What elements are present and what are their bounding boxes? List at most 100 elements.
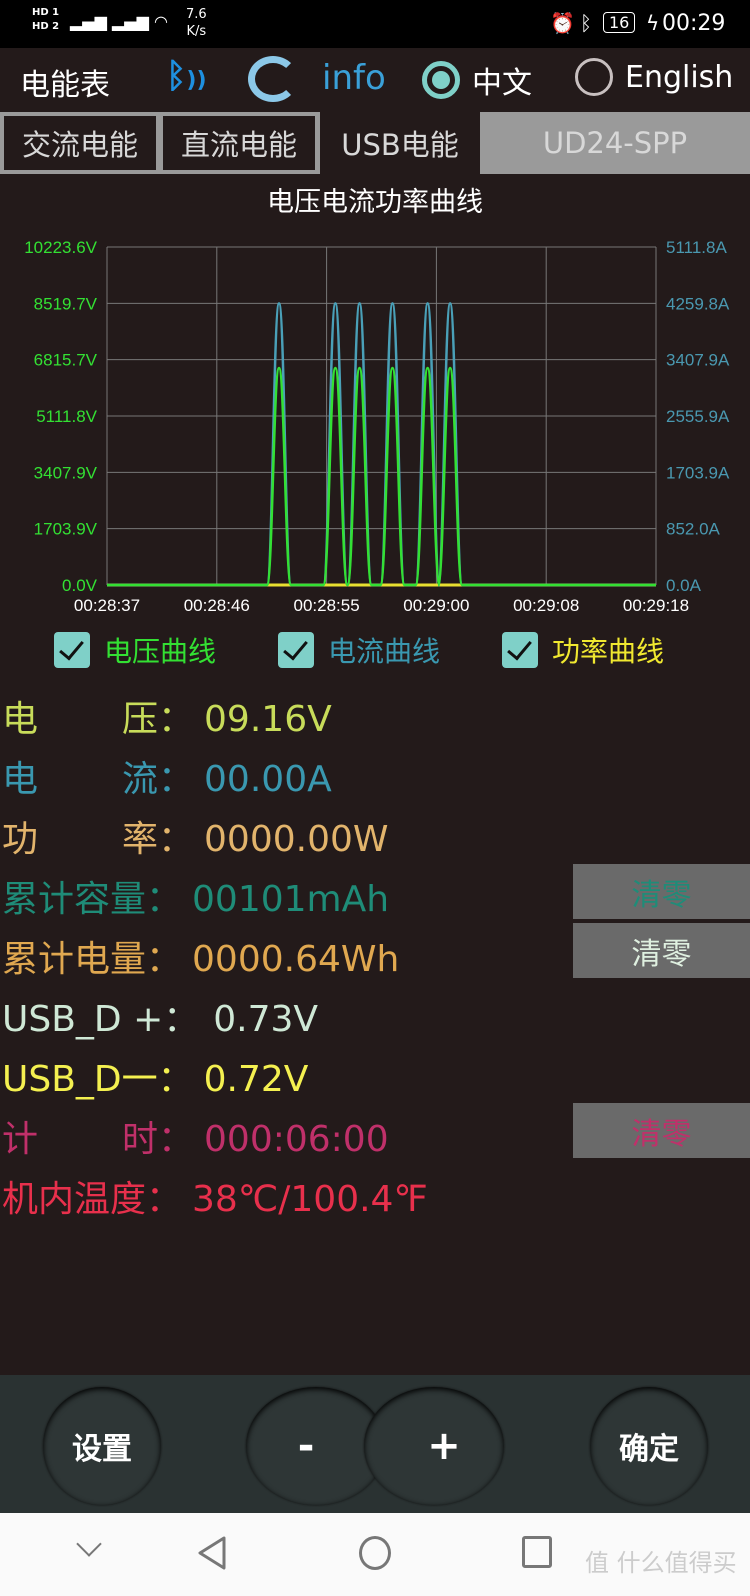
battery-icon: 16	[603, 12, 636, 33]
value: 0000.64Wh	[192, 939, 400, 980]
x-tick-label: 00:29:00	[403, 596, 469, 615]
clear-energy-button[interactable]: 清零	[573, 923, 750, 978]
system-nav-bar: 值 什么值得买	[0, 1513, 750, 1596]
series-line-voltage	[107, 366, 656, 587]
bluetooth-status-icon: ᛒ	[580, 11, 592, 35]
y-left-tick-label: 0.0V	[62, 576, 98, 595]
clear-capacity-button[interactable]: 清零	[573, 864, 750, 919]
label: 计	[2, 1119, 39, 1160]
reading-energy: 累计电量： 0000.64Wh	[2, 930, 399, 982]
label: USB_D一：	[2, 1059, 194, 1100]
reading-voltage: 电 压： 09.16V	[2, 690, 332, 742]
reading-capacity: 累计容量： 00101mAh	[2, 870, 389, 922]
y-right-tick-label: 3407.9A	[666, 351, 730, 370]
y-right-tick-label: 2555.9A	[666, 407, 730, 426]
reading-temperature: 机内温度： 38℃/100.4℉	[2, 1170, 428, 1222]
tab-ac[interactable]: 交流电能	[4, 116, 156, 170]
legend-voltage-label: 电压曲线	[104, 635, 217, 668]
y-left-tick-label: 5111.8V	[36, 407, 97, 426]
header: 电能表 ᛒ)) info 中文 English	[0, 48, 750, 112]
label: 流：	[122, 759, 195, 800]
legend-current[interactable]: 电流曲线	[278, 630, 440, 670]
sim2-badge: HD 2	[32, 21, 60, 32]
tab-usb[interactable]: USB电能	[320, 112, 480, 174]
x-tick-label: 00:28:55	[294, 596, 360, 615]
series-line-current	[107, 302, 656, 587]
x-tick-label: 00:28:37	[74, 596, 140, 615]
net-unit: K/s	[186, 24, 207, 39]
label: 累计容量：	[2, 879, 183, 920]
label: 功	[2, 819, 39, 860]
home-icon[interactable]	[359, 1536, 391, 1570]
settings-button[interactable]: 设置	[43, 1387, 161, 1505]
clear-timer-button[interactable]: 清零	[573, 1103, 750, 1158]
y-right-tick-label: 852.0A	[666, 520, 721, 539]
checkbox-checked-icon	[502, 632, 538, 668]
value: 0000.00W	[204, 819, 389, 860]
chart-title: 电压电流功率曲线	[267, 187, 483, 218]
signal-icon: ▂▄▆ ▂▄▆ ◠	[70, 12, 168, 31]
tab-ud24-spp[interactable]: UD24-SPP	[480, 116, 750, 170]
lang-en-radio[interactable]: English	[575, 58, 733, 96]
label: 压：	[122, 699, 195, 740]
adjust-pad: - +	[246, 1387, 504, 1505]
legend-power-label: 功率曲线	[552, 635, 665, 668]
y-right-tick-label: 1703.9A	[666, 463, 730, 482]
value: 0.72V	[203, 1059, 309, 1100]
value: 09.16V	[204, 699, 332, 740]
tab-bar: 交流电能 直流电能 USB电能 UD24-SPP	[0, 112, 750, 174]
label: 率：	[122, 819, 195, 860]
status-bar: HD 1 HD 2 ▂▄▆ ▂▄▆ ◠ 7.6 K/s ⏰ ᛒ 16 ϟ 00:…	[0, 0, 750, 48]
reading-power: 功 率： 0000.00W	[2, 810, 389, 862]
value: 38℃/100.4℉	[192, 1179, 428, 1220]
recents-icon[interactable]	[522, 1536, 552, 1568]
reading-timer: 计 时： 000:06:00	[2, 1110, 389, 1162]
label: 时：	[122, 1119, 195, 1160]
bluetooth-icon[interactable]: ᛒ))	[166, 56, 207, 96]
charging-icon: ϟ	[646, 11, 660, 35]
sim1-badge: HD 1	[32, 7, 60, 18]
refresh-icon[interactable]	[248, 56, 298, 102]
net-speed: 7.6	[186, 7, 207, 22]
lang-zh-radio[interactable]: 中文	[422, 58, 532, 102]
clock: 00:29	[662, 11, 726, 36]
label: USB_D +：	[2, 999, 200, 1040]
label: 电	[2, 759, 39, 800]
plus-button[interactable]: +	[364, 1387, 504, 1505]
voltage-current-power-chart: 0.0V 0.0A 1703.9V 852.0A 3407.9V 1703.9A 5111.…	[24, 238, 730, 615]
x-tick-label: 00:29:08	[513, 596, 579, 615]
value: 00101mAh	[192, 879, 390, 920]
y-left-tick-label: 10223.6V	[24, 238, 97, 257]
radio-checked-icon	[422, 61, 460, 99]
y-left-tick-label: 1703.9V	[34, 520, 98, 539]
battery-level: 16	[609, 13, 630, 32]
reading-current: 电 流： 00.00A	[2, 750, 332, 802]
x-tick-label: 00:29:18	[623, 596, 689, 615]
value: 00.00A	[204, 759, 332, 800]
legend-power[interactable]: 功率曲线	[502, 630, 664, 670]
control-bar: 设置 - + 确定	[0, 1375, 750, 1513]
watermark: 值 什么值得买	[585, 1549, 737, 1577]
alarm-icon: ⏰	[550, 11, 575, 35]
value: 0.73V	[213, 999, 319, 1040]
y-right-tick-label: 4259.8A	[666, 294, 730, 313]
legend-current-label: 电流曲线	[328, 635, 441, 668]
label: 电	[2, 699, 39, 740]
y-right-tick-label: 0.0A	[666, 576, 702, 595]
back-icon[interactable]	[196, 1535, 228, 1571]
reading-usb-dminus: USB_D一： 0.72V	[2, 1050, 308, 1102]
legend-voltage[interactable]: 电压曲线	[54, 630, 216, 670]
confirm-button[interactable]: 确定	[590, 1387, 708, 1505]
checkbox-checked-icon	[54, 632, 90, 668]
y-right-tick-label: 5111.8A	[666, 238, 727, 257]
app-title: 电能表	[20, 68, 110, 103]
radio-unchecked-icon	[575, 58, 613, 96]
chevron-down-icon[interactable]	[76, 1531, 102, 1557]
reading-usb-dplus: USB_D +： 0.73V	[2, 990, 318, 1042]
lang-en-label: English	[625, 59, 734, 95]
value: 000:06:00	[204, 1119, 389, 1160]
checkbox-checked-icon	[278, 632, 314, 668]
info-link[interactable]: info	[322, 58, 386, 98]
lang-zh-label: 中文	[472, 66, 532, 101]
tab-dc[interactable]: 直流电能	[163, 116, 315, 170]
